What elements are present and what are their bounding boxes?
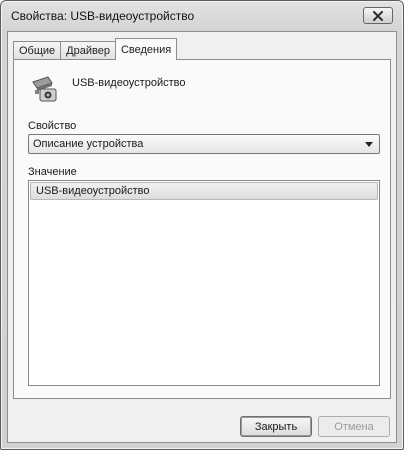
window-title: Свойства: USB-видеоустройство: [11, 9, 195, 23]
tab-general[interactable]: Общие: [13, 41, 62, 60]
webcam-icon: [32, 76, 57, 102]
tab-driver[interactable]: Драйвер: [60, 41, 116, 60]
chevron-down-icon: [365, 142, 373, 147]
dialog-body: Общие Драйвер Сведения USB-видеоустройст…: [7, 31, 397, 443]
property-selected-value: Описание устройства: [33, 138, 144, 150]
cancel-button[interactable]: Отмена: [318, 416, 390, 437]
tab-details[interactable]: Сведения: [114, 38, 178, 60]
window-close-button[interactable]: [363, 7, 393, 24]
list-item[interactable]: USB-видеоустройство: [30, 182, 378, 200]
tab-strip: Общие Драйвер Сведения: [13, 38, 178, 60]
title-bar[interactable]: Свойства: USB-видеоустройство: [1, 1, 403, 31]
close-button[interactable]: Закрыть: [240, 416, 312, 437]
properties-dialog: Свойства: USB-видеоустройство Общие Драй…: [0, 0, 404, 450]
property-select[interactable]: Описание устройства: [28, 134, 380, 154]
device-name: USB-видеоустройство: [72, 77, 186, 89]
details-panel: USB-видеоустройство Свойство Описание ус…: [13, 59, 391, 399]
close-icon: [373, 10, 383, 21]
value-label: Значение: [28, 166, 77, 178]
value-list[interactable]: USB-видеоустройство: [28, 180, 380, 386]
property-label: Свойство: [28, 120, 77, 132]
